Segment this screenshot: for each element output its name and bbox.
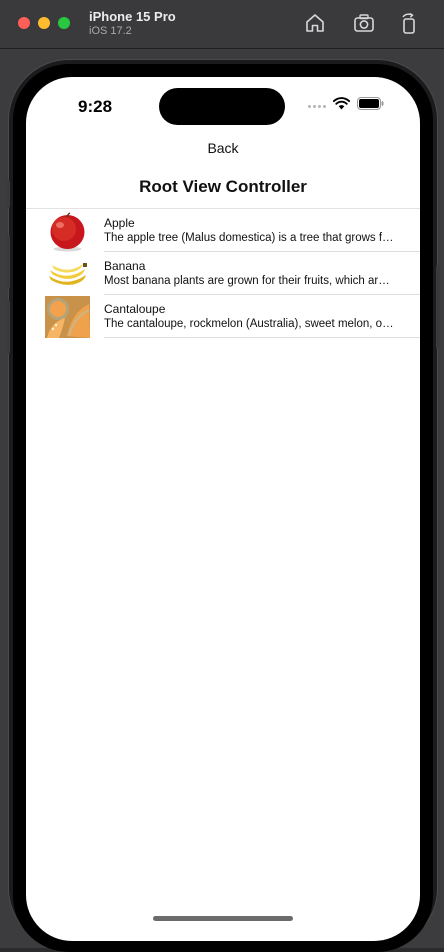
dynamic-island	[159, 88, 285, 125]
apple-image	[45, 210, 90, 252]
status-time: 9:28	[78, 97, 113, 116]
phone-screen: 9:28 Back Root View Controller Apple The…	[26, 77, 420, 941]
banana-image	[45, 253, 90, 295]
os-version: iOS 17.2	[89, 25, 132, 37]
cantaloupe-image	[45, 296, 90, 338]
fruit-list: Apple The apple tree (Malus domestica) i…	[26, 208, 420, 338]
battery-icon	[357, 97, 384, 115]
close-window-button[interactable]	[18, 17, 30, 29]
power-button[interactable]	[436, 265, 440, 349]
minimize-window-button[interactable]	[38, 17, 50, 29]
home-indicator[interactable]	[153, 916, 293, 921]
item-subtitle: The apple tree (Malus domestica) is a tr…	[104, 232, 394, 244]
item-subtitle: Most banana plants are grown for their f…	[104, 275, 394, 287]
nav-title: Root View Controller	[139, 177, 307, 196]
wifi-icon	[332, 97, 351, 115]
list-item[interactable]: Banana Most banana plants are grown for …	[26, 252, 420, 295]
list-item[interactable]: Apple The apple tree (Malus domestica) i…	[26, 209, 420, 252]
screenshot-icon[interactable]	[352, 11, 376, 35]
simulator-titlebar: iPhone 15 Pro iOS 17.2	[0, 0, 444, 49]
volume-down-button[interactable]	[6, 300, 10, 354]
iphone-frame: 9:28 Back Root View Controller Apple The…	[6, 60, 440, 952]
action-button[interactable]	[6, 180, 10, 208]
cellular-icon	[308, 104, 326, 108]
item-subtitle: The cantaloupe, rockmelon (Australia), s…	[104, 318, 394, 330]
back-button[interactable]: Back	[26, 140, 420, 156]
device-name: iPhone 15 Pro	[89, 9, 176, 24]
list-item[interactable]: Cantaloupe The cantaloupe, rockmelon (Au…	[26, 295, 420, 338]
item-title: Apple	[104, 216, 135, 230]
zoom-window-button[interactable]	[58, 17, 70, 29]
rotate-icon[interactable]	[397, 11, 421, 35]
home-icon[interactable]	[303, 11, 327, 35]
volume-up-button[interactable]	[6, 235, 10, 289]
item-title: Banana	[104, 259, 146, 273]
status-icons	[308, 97, 384, 115]
item-title: Cantaloupe	[104, 302, 166, 316]
